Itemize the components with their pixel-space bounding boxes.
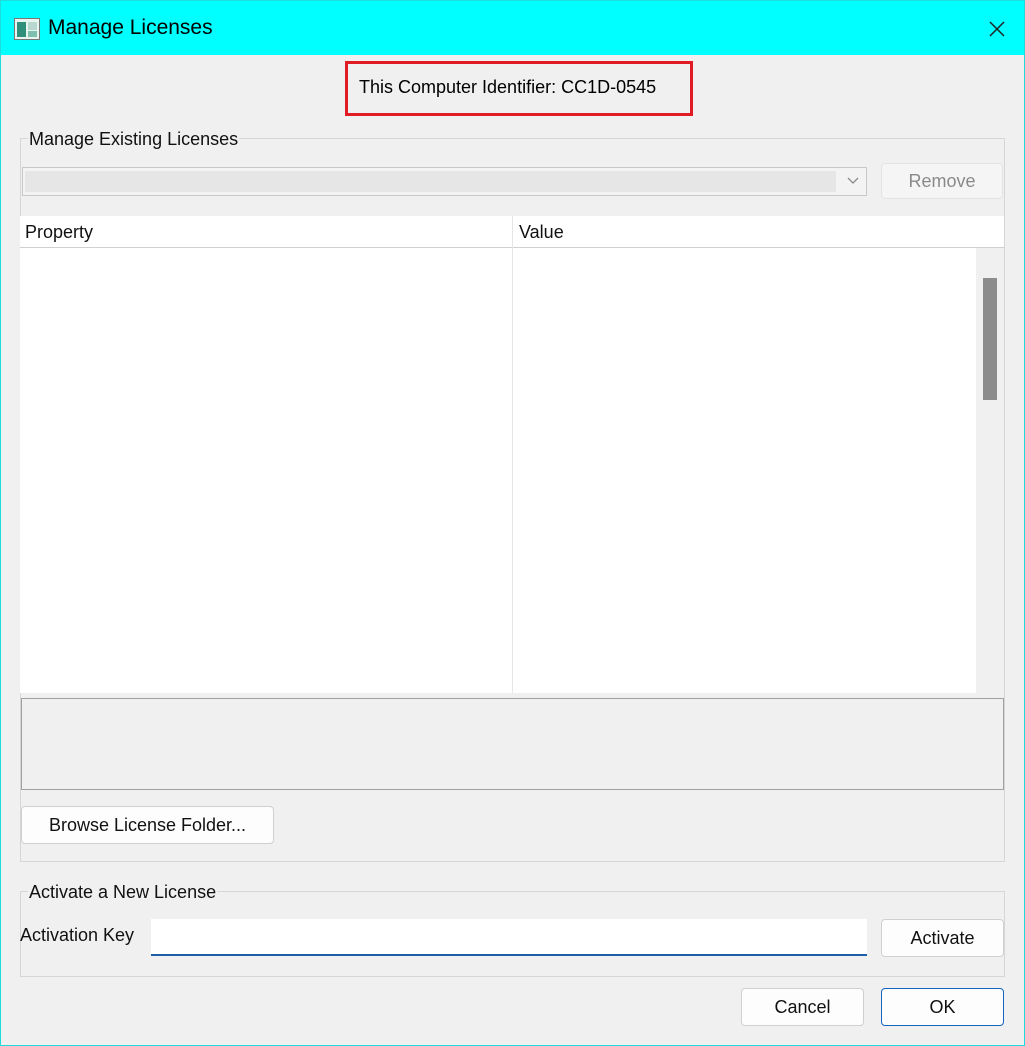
- license-properties-table[interactable]: Property Value: [20, 216, 1004, 693]
- vertical-scrollbar[interactable]: [976, 248, 1004, 693]
- column-header-value[interactable]: Value: [519, 222, 564, 243]
- column-header-property[interactable]: Property: [25, 222, 93, 243]
- chevron-down-icon: [847, 177, 859, 184]
- license-select[interactable]: [22, 167, 867, 196]
- activation-key-input[interactable]: [151, 919, 867, 956]
- new-license-label: Activate a New License: [28, 882, 218, 903]
- scrollbar-thumb[interactable]: [983, 278, 997, 400]
- app-icon: [14, 18, 40, 40]
- manage-licenses-dialog: Manage Licenses This Computer Identifier…: [0, 0, 1025, 1046]
- activation-key-label: Activation Key: [20, 925, 135, 945]
- close-icon: [989, 21, 1005, 37]
- cancel-button[interactable]: Cancel: [741, 988, 864, 1026]
- window-title: Manage Licenses: [48, 16, 213, 39]
- existing-licenses-label: Manage Existing Licenses: [28, 129, 240, 150]
- license-description-box: [21, 698, 1004, 790]
- computer-identifier: This Computer Identifier: CC1D-0545: [359, 77, 657, 97]
- activate-button[interactable]: Activate: [881, 919, 1004, 957]
- ok-button[interactable]: OK: [881, 988, 1004, 1026]
- column-divider: [512, 216, 513, 693]
- close-button[interactable]: [973, 9, 1021, 49]
- browse-license-folder-button[interactable]: Browse License Folder...: [21, 806, 274, 844]
- remove-button[interactable]: Remove: [881, 163, 1003, 199]
- title-bar[interactable]: Manage Licenses: [1, 1, 1024, 55]
